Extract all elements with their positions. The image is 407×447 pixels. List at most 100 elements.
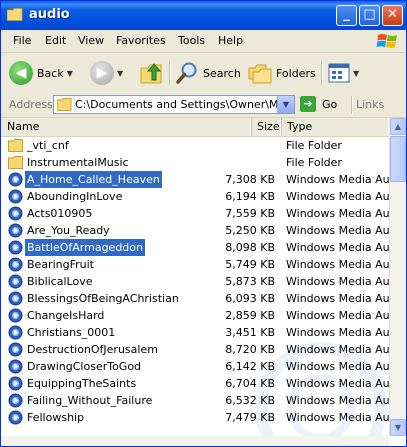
address-field[interactable]: C:\Documents and Settings\Owner\My Docum… [53, 95, 295, 114]
file-size: 5,250 KB [225, 224, 275, 237]
file-name[interactable]: ChangeIsHard [25, 307, 106, 324]
file-name[interactable]: DestructionOfJerusalem [25, 341, 160, 358]
file-size: 6,142 KB [225, 360, 275, 373]
file-name[interactable]: Failing_Without_Failure [25, 392, 154, 409]
go-button[interactable]: ➜ Go [300, 96, 337, 112]
search-icon [176, 62, 197, 84]
scroll-up-button[interactable]: ▲ [390, 118, 406, 135]
title-bar[interactable]: audio _ □ ✕ [1, 1, 406, 30]
file-type: Windows Media Aud... [286, 411, 406, 424]
column-header-row: Name Size Type [1, 118, 389, 137]
file-name[interactable]: Fellowship [25, 409, 86, 426]
vertical-scrollbar[interactable]: ▲ ▼ [389, 118, 406, 436]
file-type: Windows Media Aud... [286, 190, 406, 203]
column-header-name[interactable]: Name [1, 118, 251, 136]
menu-favorites[interactable]: Favorites [116, 34, 166, 47]
column-header-size[interactable]: Size [251, 118, 281, 136]
file-size: 3,451 KB [225, 326, 275, 339]
file-name[interactable]: BearingFruit [25, 256, 96, 273]
media-file-icon [8, 274, 23, 289]
menu-view[interactable]: View [78, 34, 104, 47]
file-list-view[interactable]: Name Size Type _vti_cnf File Folder Instru… [1, 118, 406, 446]
folder-icon [7, 8, 23, 21]
file-name[interactable]: Acts010905 [25, 205, 94, 222]
file-row[interactable]: Acts010905 7,559 KB Windows Media Aud... [1, 205, 406, 222]
menu-tools[interactable]: Tools [178, 34, 205, 47]
file-type: Windows Media Aud... [286, 173, 406, 186]
file-name[interactable]: DrawingCloserToGod [25, 358, 143, 375]
file-name[interactable]: _vti_cnf [25, 137, 71, 154]
back-dropdown-icon[interactable]: ▼ [67, 69, 73, 78]
forward-dropdown-icon[interactable]: ▼ [117, 69, 123, 78]
file-name[interactable]: InstrumentalMusic [25, 154, 131, 171]
file-name[interactable]: EquippingTheSaints [25, 375, 138, 392]
close-button[interactable]: ✕ [382, 5, 403, 26]
file-row[interactable]: A_Home_Called_Heaven 7,308 KB Windows Medi… [1, 171, 406, 188]
file-name[interactable]: A_Home_Called_Heaven [25, 171, 162, 188]
file-type: File Folder [286, 156, 342, 169]
maximize-button[interactable]: □ [359, 5, 380, 26]
media-file-icon [8, 393, 23, 408]
forward-button[interactable]: ▶ ▼ [90, 59, 123, 87]
folders-button[interactable]: Folders [248, 59, 316, 87]
file-size: 5,873 KB [225, 275, 275, 288]
file-name[interactable]: BiblicalLove [25, 273, 94, 290]
media-file-icon [8, 257, 23, 272]
views-icon [328, 63, 350, 83]
windows-logo-icon [376, 34, 397, 48]
file-row[interactable]: DestructionOfJerusalem 8,720 KB Windows Me… [1, 341, 406, 358]
file-size: 7,308 KB [225, 173, 275, 186]
file-type: Windows Media Aud... [286, 343, 406, 356]
file-row[interactable]: Are_You_Ready 5,250 KB Windows Media Aud..… [1, 222, 406, 239]
file-row[interactable]: BearingFruit 5,749 KB Windows Media Aud... [1, 256, 406, 273]
media-file-icon [8, 359, 23, 374]
file-row[interactable]: EquippingTheSaints 6,704 KB Windows Media … [1, 375, 406, 392]
media-file-icon [8, 206, 23, 221]
folders-label: Folders [276, 66, 316, 80]
file-row[interactable]: Christians_0001 3,451 KB Windows Media Aud… [1, 324, 406, 341]
file-size: 6,194 KB [225, 190, 275, 203]
file-row[interactable]: AboundingInLove 6,194 KB Windows Media Aud… [1, 188, 406, 205]
file-row[interactable]: _vti_cnf File Folder [1, 137, 389, 154]
file-type: Windows Media Aud... [286, 394, 406, 407]
toolbar-separator [169, 61, 171, 85]
file-row[interactable]: Failing_Without_Failure 6,532 KB Windows M… [1, 392, 406, 409]
file-name[interactable]: Christians_0001 [25, 324, 117, 341]
menu-file[interactable]: File [13, 34, 31, 47]
file-name[interactable]: BlessingsOfBeingAChristian [25, 290, 181, 307]
file-type: Windows Media Aud... [286, 309, 406, 322]
file-row[interactable]: BattleOfArmageddon 8,098 KB Windows Media … [1, 239, 406, 256]
back-button[interactable]: ◀ Back ▼ [9, 59, 73, 87]
file-name[interactable]: BattleOfArmageddon [25, 239, 145, 256]
column-header-type[interactable]: Type [281, 118, 389, 136]
links-button[interactable]: Links [356, 98, 384, 111]
file-row[interactable]: BlessingsOfBeingAChristian 6,093 KB Window… [1, 290, 406, 307]
window-title: audio [29, 7, 70, 22]
file-rows: _vti_cnf File Folder InstrumentalMusic File… [1, 137, 406, 426]
file-type: Windows Media Aud... [286, 292, 406, 305]
address-value[interactable]: C:\Documents and Settings\Owner\My Docum… [75, 98, 294, 111]
file-row[interactable]: Fellowship 7,479 KB Windows Media Aud... [1, 409, 406, 426]
explorer-window: audio _ □ ✕ File Edit View Favorites Too… [0, 0, 407, 447]
file-name[interactable]: AboundingInLove [25, 188, 124, 205]
file-type: Windows Media Aud... [286, 224, 406, 237]
media-file-icon [8, 342, 23, 357]
scroll-thumb[interactable] [390, 136, 406, 182]
horizontal-scrollbar[interactable] [1, 436, 389, 446]
menu-edit[interactable]: Edit [45, 34, 66, 47]
menu-help[interactable]: Help [218, 34, 243, 47]
file-row[interactable]: InstrumentalMusic File Folder [1, 154, 389, 171]
file-row[interactable]: ChangeIsHard 2,859 KB Windows Media Aud... [1, 307, 406, 324]
address-dropdown-icon[interactable]: ▼ [277, 96, 294, 113]
scroll-down-button[interactable]: ▼ [390, 419, 406, 436]
views-button[interactable]: ▼ [328, 59, 359, 87]
search-button[interactable]: Search [175, 59, 241, 87]
file-type: Windows Media Aud... [286, 275, 406, 288]
file-row[interactable]: BiblicalLove 5,873 KB Windows Media Aud... [1, 273, 406, 290]
back-label: Back [37, 66, 64, 80]
minimize-button[interactable]: _ [336, 5, 357, 26]
up-folder-button[interactable] [139, 59, 165, 87]
file-row[interactable]: DrawingCloserToGod 6,142 KB Windows Media … [1, 358, 406, 375]
file-name[interactable]: Are_You_Ready [25, 222, 112, 239]
views-dropdown-icon[interactable]: ▼ [353, 69, 359, 78]
